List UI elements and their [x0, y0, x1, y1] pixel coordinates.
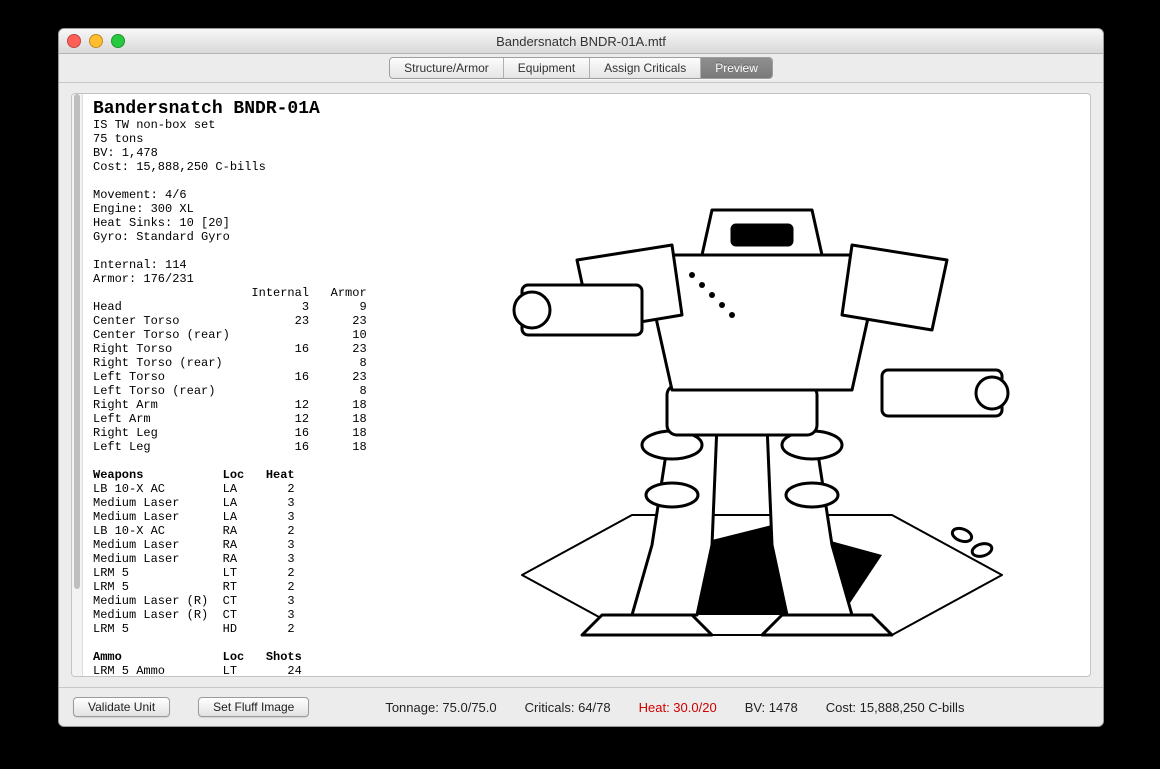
window-controls [67, 34, 125, 48]
tab-structure-armor[interactable]: Structure/Armor [390, 58, 504, 78]
tab-group: Structure/Armor Equipment Assign Critica… [389, 57, 773, 79]
set-fluff-image-button[interactable]: Set Fluff Image [198, 697, 309, 717]
zoom-icon[interactable] [111, 34, 125, 48]
close-icon[interactable] [67, 34, 81, 48]
status-tonnage: Tonnage: 75.0/75.0 [385, 700, 496, 715]
status-bv: BV: 1478 [745, 700, 798, 715]
titlebar[interactable]: Bandersnatch BNDR-01A.mtf [59, 29, 1103, 54]
validate-unit-button[interactable]: Validate Unit [73, 697, 170, 717]
record-sheet-text: Bandersnatch BNDR-01AIS TW non-box set 7… [93, 102, 443, 668]
scroll-gutter [72, 94, 83, 676]
status-cost: Cost: 15,888,250 C-bills [826, 700, 965, 715]
tab-equipment[interactable]: Equipment [504, 58, 590, 78]
preview-content: Bandersnatch BNDR-01AIS TW non-box set 7… [83, 94, 1090, 676]
app-window: Bandersnatch BNDR-01A.mtf Structure/Armo… [58, 28, 1104, 727]
tabbar: Structure/Armor Equipment Assign Critica… [59, 54, 1103, 83]
minimize-icon[interactable] [89, 34, 103, 48]
status-heat: Heat: 30.0/20 [639, 700, 717, 715]
tab-assign-criticals[interactable]: Assign Criticals [590, 58, 701, 78]
preview-panel: Bandersnatch BNDR-01AIS TW non-box set 7… [71, 93, 1091, 677]
scrollbar[interactable] [72, 94, 82, 676]
status-criticals: Criticals: 64/78 [525, 700, 611, 715]
window-title: Bandersnatch BNDR-01A.mtf [59, 34, 1103, 49]
unit-name: Bandersnatch BNDR-01A [93, 102, 443, 116]
tab-preview[interactable]: Preview [701, 58, 772, 78]
mech-illustration [482, 115, 1042, 655]
status-bar: Validate Unit Set Fluff Image Tonnage: 7… [59, 687, 1103, 726]
scrollbar-thumb[interactable] [74, 94, 80, 589]
fluff-image-region [443, 102, 1080, 668]
